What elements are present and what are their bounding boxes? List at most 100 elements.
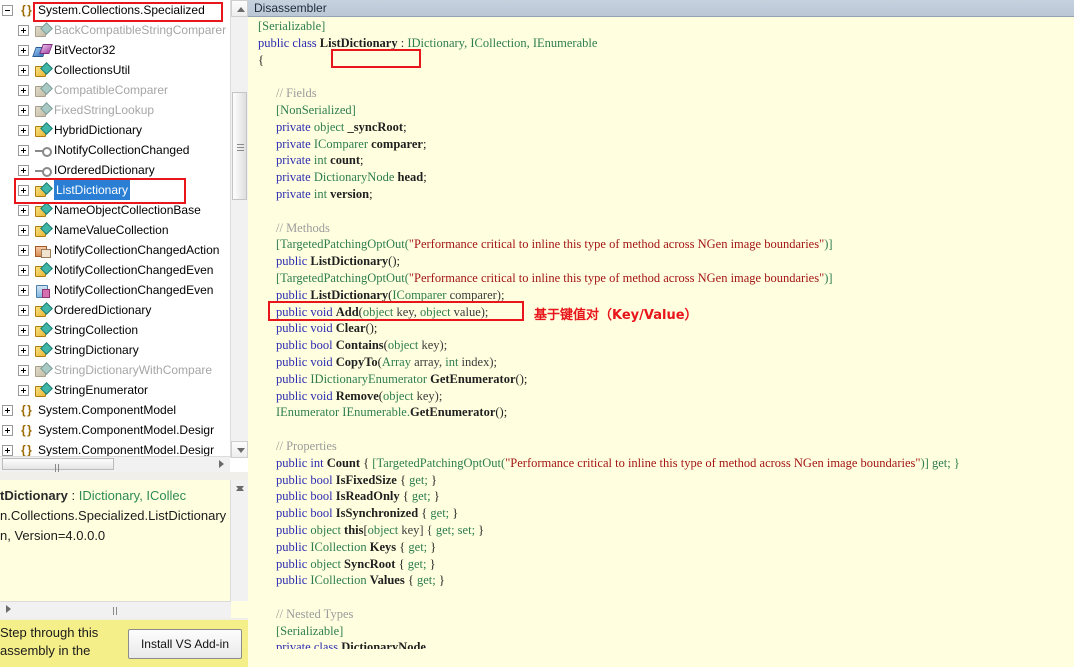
expand-toggle-icon[interactable]: [18, 104, 29, 116]
info-horizontal-scrollbar[interactable]: [0, 601, 231, 618]
tree-scroll-thumb[interactable]: [232, 92, 247, 200]
tree-item-fixedstringlookup[interactable]: FixedStringLookup: [0, 100, 230, 120]
expand-toggle-icon[interactable]: [18, 64, 29, 76]
tree-item-nameobjectcollectionbase[interactable]: NameObjectCollectionBase: [0, 200, 230, 220]
code-line[interactable]: // Nested Types: [248, 606, 1074, 623]
code-line[interactable]: private IComparer comparer;: [248, 136, 1074, 153]
chinese-annotation-note: 基于键值对（Key/Value）: [534, 308, 698, 323]
code-line[interactable]: [248, 421, 1074, 438]
code-line[interactable]: public bool IsFixedSize { get; }: [248, 472, 1074, 489]
assembly-tree[interactable]: { } System.Collections.Specialized BackCom…: [0, 0, 230, 458]
code-line[interactable]: private int count;: [248, 152, 1074, 169]
code-line[interactable]: [Serializable]: [248, 18, 1074, 35]
code-token: private: [276, 136, 314, 151]
code-line[interactable]: private DictionaryNode head;: [248, 169, 1074, 186]
tree-hscroll-thumb[interactable]: [2, 458, 114, 472]
code-line[interactable]: public bool IsReadOnly { get; }: [248, 488, 1074, 505]
install-vs-addin-button[interactable]: Install VS Add-in: [128, 629, 242, 659]
code-line[interactable]: // Methods: [248, 220, 1074, 237]
tree-item-stringdictionarywithcompare[interactable]: StringDictionaryWithCompare: [0, 360, 230, 380]
code-line[interactable]: // Fields: [248, 85, 1074, 102]
delegate-icon: [34, 283, 50, 298]
code-token: public bool: [276, 489, 336, 504]
expand-toggle-icon[interactable]: [18, 384, 29, 396]
code-line[interactable]: // Properties: [248, 438, 1074, 455]
code-line[interactable]: {: [248, 52, 1074, 69]
expand-toggle-icon[interactable]: [18, 244, 29, 256]
expand-toggle-icon[interactable]: [2, 444, 13, 456]
tree-item-system-componentmodel-desigr[interactable]: { } System.ComponentModel.Desigr: [0, 420, 230, 440]
code-line[interactable]: [NonSerialized]: [248, 102, 1074, 119]
code-line[interactable]: [248, 203, 1074, 220]
tree-item-stringdictionary[interactable]: StringDictionary: [0, 340, 230, 360]
expand-toggle-icon[interactable]: [18, 164, 29, 176]
tree-item-stringcollection[interactable]: StringCollection: [0, 320, 230, 340]
code-line[interactable]: IEnumerator IEnumerable.GetEnumerator();: [248, 404, 1074, 421]
tree-item-notifycollectionchangedaction[interactable]: NotifyCollectionChangedAction: [0, 240, 230, 260]
code-line[interactable]: private int version;: [248, 186, 1074, 203]
tree-item-compatiblecomparer[interactable]: CompatibleComparer: [0, 80, 230, 100]
tree-item-hybriddictionary[interactable]: HybridDictionary: [0, 120, 230, 140]
expand-toggle-icon[interactable]: [18, 44, 29, 56]
code-token: public bool: [276, 338, 336, 353]
code-line[interactable]: [TargetedPatchingOptOut("Performance cri…: [248, 236, 1074, 253]
tree-item-backcompatiblestringcomparer[interactable]: BackCompatibleStringComparer: [0, 20, 230, 40]
expand-toggle-icon[interactable]: [18, 264, 29, 276]
code-line[interactable]: public IDictionaryEnumerator GetEnumerat…: [248, 371, 1074, 388]
code-line[interactable]: [248, 589, 1074, 606]
tree-item-ordereddictionary[interactable]: OrderedDictionary: [0, 300, 230, 320]
expand-toggle-icon[interactable]: [18, 184, 29, 196]
code-line[interactable]: public void CopyTo(Array array, int inde…: [248, 354, 1074, 371]
tree-item-inotifycollectionchanged[interactable]: INotifyCollectionChanged: [0, 140, 230, 160]
expand-toggle-icon[interactable]: [18, 124, 29, 136]
tree-scroll-up-button[interactable]: [231, 0, 248, 17]
code-line[interactable]: private object _syncRoot;: [248, 119, 1074, 136]
code-line[interactable]: public ListDictionary();: [248, 253, 1074, 270]
tree-item-system-collections-specialized[interactable]: { } System.Collections.Specialized: [0, 0, 230, 20]
tree-scroll-down-button[interactable]: [231, 441, 248, 458]
code-line[interactable]: public object this[object key] { get; se…: [248, 522, 1074, 539]
code-line[interactable]: [248, 68, 1074, 85]
expand-toggle-icon[interactable]: [18, 84, 29, 96]
code-line[interactable]: public class ListDictionary : IDictionar…: [248, 35, 1074, 52]
tree-item-collectionsutil[interactable]: CollectionsUtil: [0, 60, 230, 80]
tree-item-system-componentmodel[interactable]: { } System.ComponentModel: [0, 400, 230, 420]
expand-toggle-icon[interactable]: [18, 224, 29, 236]
code-line[interactable]: private class DictionaryNode: [248, 639, 1074, 649]
tree-item-stringenumerator[interactable]: StringEnumerator: [0, 380, 230, 400]
info-vertical-scrollbar[interactable]: [230, 480, 248, 601]
expand-toggle-icon[interactable]: [18, 204, 29, 216]
code-line[interactable]: public ICollection Keys { get; }: [248, 539, 1074, 556]
code-line[interactable]: [Serializable]: [248, 623, 1074, 640]
expand-toggle-icon[interactable]: [2, 404, 13, 416]
code-token: ;: [422, 136, 427, 151]
expand-toggle-icon[interactable]: [18, 304, 29, 316]
tree-item-namevaluecollection[interactable]: NameValueCollection: [0, 220, 230, 240]
expand-toggle-icon[interactable]: [18, 344, 29, 356]
code-line[interactable]: public object SyncRoot { get; }: [248, 556, 1074, 573]
tree-item-listdictionary[interactable]: ListDictionary: [0, 180, 230, 200]
expand-toggle-icon[interactable]: [18, 364, 29, 376]
tree-vertical-scrollbar[interactable]: [230, 0, 248, 458]
assembly-tree-panel[interactable]: { } System.Collections.Specialized BackCom…: [0, 0, 248, 472]
tree-item-bitvector32[interactable]: BitVector32: [0, 40, 230, 60]
expand-toggle-icon[interactable]: [18, 324, 29, 336]
expand-toggle-icon[interactable]: [2, 424, 13, 436]
collapse-toggle-icon[interactable]: [2, 4, 13, 16]
code-line[interactable]: [TargetedPatchingOptOut("Performance cri…: [248, 270, 1074, 287]
code-line[interactable]: public ListDictionary(IComparer comparer…: [248, 287, 1074, 304]
code-line[interactable]: public ICollection Values { get; }: [248, 572, 1074, 589]
code-line[interactable]: public bool IsSynchronized { get; }: [248, 505, 1074, 522]
tree-hscroll-right-button[interactable]: [213, 457, 230, 471]
tree-item-notifycollectionchangedeven[interactable]: NotifyCollectionChangedEven: [0, 260, 230, 280]
code-line[interactable]: public int Count { [TargetedPatchingOptO…: [248, 455, 1074, 472]
tree-item-notifycollectionchangedeven[interactable]: NotifyCollectionChangedEven: [0, 280, 230, 300]
expand-toggle-icon[interactable]: [18, 144, 29, 156]
disassembler-code[interactable]: [Serializable] public class ListDictionar…: [248, 18, 1074, 649]
expand-toggle-icon[interactable]: [18, 284, 29, 296]
code-line[interactable]: public void Remove(object key);: [248, 388, 1074, 405]
tree-item-iordereddictionary[interactable]: IOrderedDictionary: [0, 160, 230, 180]
expand-toggle-icon[interactable]: [18, 24, 29, 36]
tree-horizontal-scrollbar[interactable]: [0, 456, 230, 472]
code-line[interactable]: public bool Contains(object key);: [248, 337, 1074, 354]
